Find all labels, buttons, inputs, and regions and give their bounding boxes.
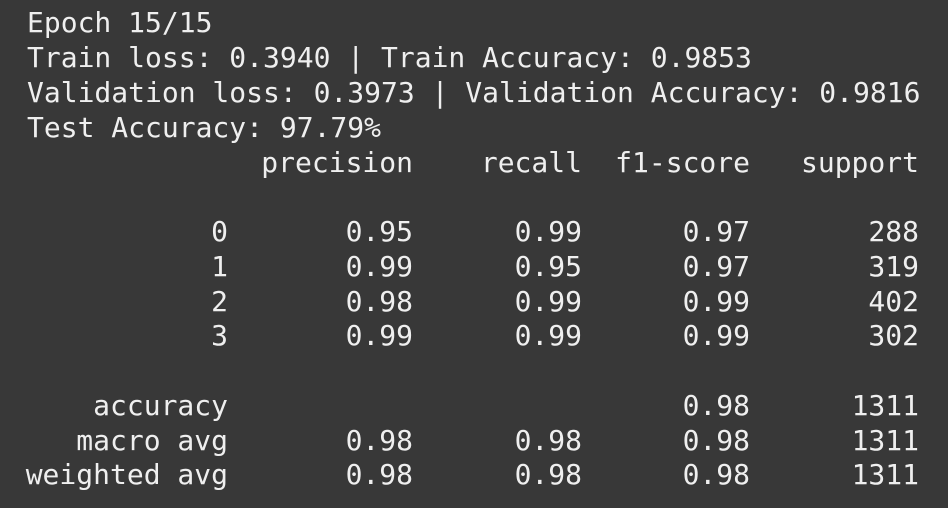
row-label: 0 [211,215,228,248]
row-f1-score: 0.97 [682,250,750,283]
row-support: 288 [868,215,919,248]
row-precision: 0.99 [345,319,413,352]
row-recall: 0.95 [514,250,582,283]
header-support: support [800,146,919,179]
row-f1-score: 0.97 [682,215,750,248]
accuracy-label: accuracy [93,389,228,422]
accuracy-support: 1311 [851,389,919,422]
macro-avg-f1-score: 0.98 [682,424,750,457]
row-support: 402 [868,285,919,318]
row-label: 2 [211,285,228,318]
macro-avg-recall: 0.98 [514,424,582,457]
row-precision: 0.99 [345,250,413,283]
row-precision: 0.95 [345,215,413,248]
row-recall: 0.99 [514,285,582,318]
row-support: 319 [868,250,919,283]
terminal-output: Epoch 15/15 Train loss: 0.3940 | Train A… [0,0,948,508]
classification-report: precision recall f1-score support 0 0.95… [0,0,948,508]
weighted-avg-precision: 0.98 [345,458,413,491]
macro-avg-support: 1311 [851,424,919,457]
header-precision: precision [261,146,413,179]
weighted-avg-label: weighted avg [25,458,228,491]
row-support: 302 [868,319,919,352]
macro-avg-precision: 0.98 [345,424,413,457]
row-recall: 0.99 [514,215,582,248]
accuracy-f1-score: 0.98 [682,389,750,422]
row-recall: 0.99 [514,319,582,352]
macro-avg-label: macro avg [76,424,228,457]
weighted-avg-recall: 0.98 [514,458,582,491]
row-precision: 0.98 [345,285,413,318]
weighted-avg-support: 1311 [851,458,919,491]
row-f1-score: 0.99 [682,285,750,318]
weighted-avg-f1-score: 0.98 [682,458,750,491]
row-f1-score: 0.99 [682,319,750,352]
header-recall: recall [480,146,582,179]
row-label: 1 [211,250,228,283]
row-label: 3 [211,319,228,352]
header-f1-score: f1-score [615,146,750,179]
